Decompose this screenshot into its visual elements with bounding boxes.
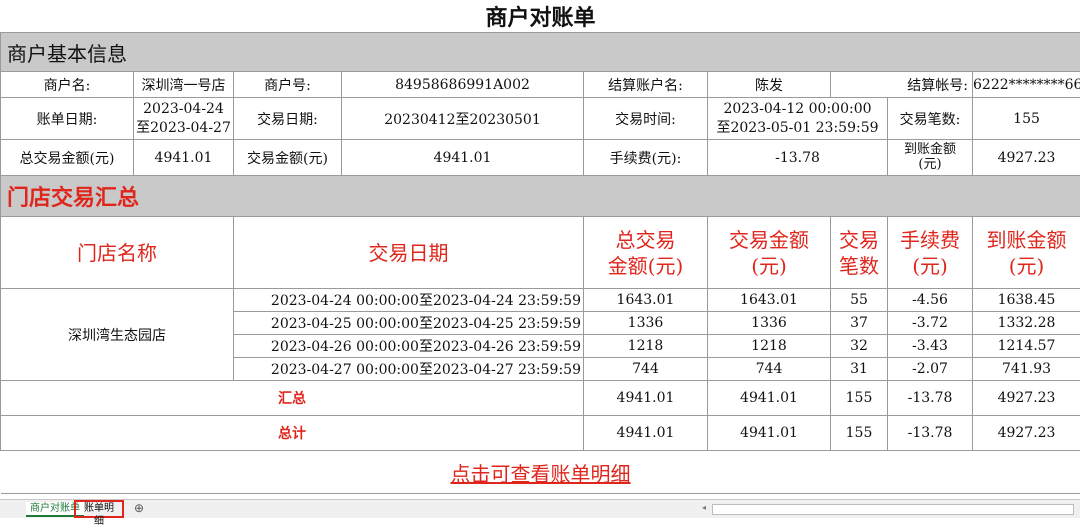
store-summary-heading: 门店交易汇总 [1,176,1080,217]
scroll-left-icon[interactable]: ◂ [702,503,706,512]
grand-total-amount[interactable]: 4941.01 [708,416,831,451]
row-arrival[interactable]: 1332.28 [973,312,1080,335]
row-date[interactable]: 2023-04-27 00:00:00至2023-04-27 23:59:59 [234,358,584,381]
grand-total-arrival[interactable]: 4927.23 [973,416,1080,451]
sheet-tab-bar: 商户对账单 账单明细 ⊕ ◂ [0,499,1080,518]
store-name-cell[interactable]: 深圳湾生态园店 [1,289,234,381]
fee-value[interactable]: -13.78 [708,140,888,176]
arrival-label-line1: 到账金额 [888,143,972,157]
header-fee-line2: (元) [888,253,972,279]
grand-total-total[interactable]: 4941.01 [584,416,708,451]
header-trade-count: 交易 笔数 [831,217,888,289]
trade-amount-value[interactable]: 4941.01 [342,140,584,176]
header-amount-line1: 交易金额 [708,227,830,253]
settle-name-value[interactable]: 陈发 [708,72,831,98]
merchant-no-label: 商户号: [234,72,342,98]
row-fee[interactable]: -3.72 [888,312,973,335]
header-fee-line1: 手续费 [888,227,972,253]
row-amount[interactable]: 1643.01 [708,289,831,312]
subtotal-row: 汇总 4941.01 4941.01 155 -13.78 4927.23 [1,381,1080,416]
trade-time-label: 交易时间: [584,98,708,140]
row-count[interactable]: 55 [831,289,888,312]
header-total-line2: 金额(元) [584,253,707,279]
subtotal-amount[interactable]: 4941.01 [708,381,831,416]
table-row: 深圳湾生态园店 2023-04-24 00:00:00至2023-04-24 2… [1,289,1080,312]
grand-total-label: 总计 [1,416,584,451]
arrival-value[interactable]: 4927.23 [973,140,1080,176]
grand-total-count[interactable]: 155 [831,416,888,451]
row-count[interactable]: 31 [831,358,888,381]
row-date[interactable]: 2023-04-26 00:00:00至2023-04-26 23:59:59 [234,335,584,358]
grand-total-fee[interactable]: -13.78 [888,416,973,451]
row-count[interactable]: 32 [831,335,888,358]
header-amount-line2: (元) [708,253,830,279]
header-count-line2: 笔数 [831,253,887,279]
subtotal-arrival[interactable]: 4927.23 [973,381,1080,416]
trade-count-label: 交易笔数: [888,98,973,140]
subtotal-label: 汇总 [1,381,584,416]
row-arrival[interactable]: 741.93 [973,358,1080,381]
row-amount[interactable]: 1336 [708,312,831,335]
bill-date-value[interactable]: 2023-04-24 至2023-04-27 [134,98,234,140]
bill-date-line2: 至2023-04-27 [134,117,233,137]
row-fee[interactable]: -3.43 [888,335,973,358]
header-trade-amount: 交易金额 (元) [708,217,831,289]
bill-date-label: 账单日期: [1,98,134,140]
header-trade-date: 交易日期 [234,217,584,289]
settle-account-label: 结算帐号: [831,72,973,98]
header-count-line1: 交易 [831,227,887,253]
row-total[interactable]: 1336 [584,312,708,335]
view-details-link[interactable]: 点击可查看账单明细 [1,451,1080,494]
row-fee[interactable]: -4.56 [888,289,973,312]
header-fee: 手续费 (元) [888,217,973,289]
header-total-amount: 总交易 金额(元) [584,217,708,289]
trade-time-value[interactable]: 2023-04-12 00:00:00 至2023-05-01 23:59:59 [708,98,888,140]
arrival-label-line2: (元) [888,158,972,172]
total-amount-value[interactable]: 4941.01 [134,140,234,176]
trade-time-line2: 至2023-05-01 23:59:59 [708,117,887,137]
total-amount-label: 总交易金额(元) [1,140,134,176]
trade-amount-label: 交易金额(元) [234,140,342,176]
header-store-name: 门店名称 [1,217,234,289]
row-date[interactable]: 2023-04-25 00:00:00至2023-04-25 23:59:59 [234,312,584,335]
row-amount[interactable]: 744 [708,358,831,381]
subtotal-total[interactable]: 4941.01 [584,381,708,416]
row-total[interactable]: 1218 [584,335,708,358]
header-arrival: 到账金额 (元) [973,217,1080,289]
settle-account-value[interactable]: 6222********6634 [973,72,1080,98]
grand-total-row: 总计 4941.01 4941.01 155 -13.78 4927.23 [1,416,1080,451]
arrival-label: 到账金额 (元) [888,140,973,176]
settle-name-label: 结算账户名: [584,72,708,98]
trade-count-value[interactable]: 155 [973,98,1080,140]
row-total[interactable]: 1643.01 [584,289,708,312]
row-total[interactable]: 744 [584,358,708,381]
row-arrival[interactable]: 1638.45 [973,289,1080,312]
merchant-info-heading: 商户基本信息 [1,33,1080,72]
trade-date-label: 交易日期: [234,98,342,140]
merchant-name-label: 商户名: [1,72,134,98]
bill-date-line1: 2023-04-24 [134,101,233,117]
header-arrival-line1: 到账金额 [973,227,1080,253]
row-fee[interactable]: -2.07 [888,358,973,381]
statement-table: 商户对账单 商户基本信息 商户名: 深圳湾一号店 商户号: 8495868699… [0,0,1080,494]
add-sheet-icon[interactable]: ⊕ [130,502,148,515]
trade-time-line1: 2023-04-12 00:00:00 [708,101,887,117]
fee-label: 手续费(元): [584,140,708,176]
row-date[interactable]: 2023-04-24 00:00:00至2023-04-24 23:59:59 [234,289,584,312]
row-arrival[interactable]: 1214.57 [973,335,1080,358]
page-title: 商户对账单 [1,0,1080,33]
horizontal-scrollbar[interactable] [712,504,1074,515]
subtotal-count[interactable]: 155 [831,381,888,416]
row-count[interactable]: 37 [831,312,888,335]
row-amount[interactable]: 1218 [708,335,831,358]
header-total-line1: 总交易 [584,227,707,253]
merchant-no-value[interactable]: 84958686991A002 [342,72,584,98]
merchant-name-value[interactable]: 深圳湾一号店 [134,72,234,98]
trade-date-value[interactable]: 20230412至20230501 [342,98,584,140]
sheet-tab-details[interactable]: 账单明细 [74,500,124,518]
header-arrival-line2: (元) [973,253,1080,279]
subtotal-fee[interactable]: -13.78 [888,381,973,416]
